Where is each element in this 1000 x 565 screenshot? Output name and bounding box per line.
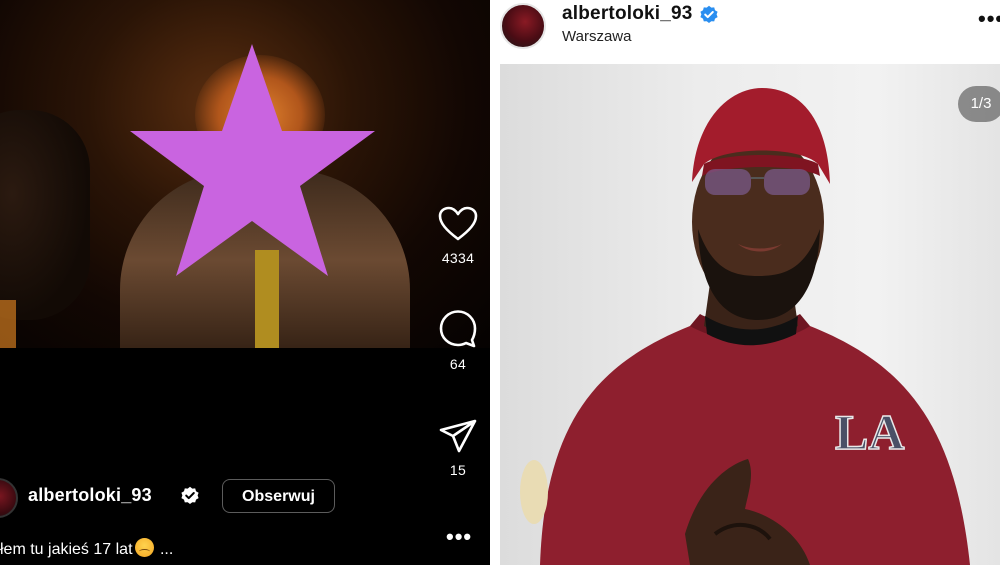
- verified-badge-icon: [181, 486, 199, 504]
- post-header: albertoloki_93 Warszawa •••: [500, 0, 1000, 60]
- person-illustration: LA: [520, 88, 970, 565]
- ambient-light: [0, 300, 16, 348]
- reel-caption[interactable]: łem tu jakieś 17 lat ...: [0, 538, 173, 559]
- reel-author: albertoloki_93 Obserwuj: [0, 478, 430, 518]
- image-counter: 1/3: [958, 86, 1000, 122]
- censor-star-icon: [130, 44, 375, 276]
- share-count: 15: [449, 462, 467, 478]
- caption-text: łem tu jakieś 17 lat: [0, 541, 133, 558]
- like-button[interactable]: 4334: [430, 206, 486, 266]
- smiling-face-emoji-icon: [134, 538, 154, 557]
- author-username[interactable]: albertoloki_93: [28, 485, 152, 506]
- post-location[interactable]: Warszawa: [562, 28, 631, 45]
- share-button[interactable]: 15: [430, 418, 486, 478]
- like-count: 4334: [441, 250, 475, 266]
- post-username[interactable]: albertoloki_93: [562, 3, 693, 25]
- car-seat: [0, 110, 90, 320]
- avatar[interactable]: [500, 3, 546, 49]
- reel-panel: 4334 64 15 albertoloki_93 Obserwuj łem t…: [0, 0, 490, 565]
- post-photo[interactable]: LA 1/3: [500, 64, 1000, 565]
- reel-video[interactable]: [0, 0, 490, 348]
- more-options-icon[interactable]: •••: [446, 524, 472, 550]
- follow-button[interactable]: Obserwuj: [222, 479, 335, 513]
- share-icon: [439, 419, 477, 453]
- caption-more[interactable]: ...: [160, 541, 173, 558]
- comment-icon: [439, 310, 477, 348]
- more-options-icon[interactable]: •••: [978, 6, 1000, 32]
- la-logo: LA: [835, 404, 904, 460]
- post-panel: albertoloki_93 Warszawa •••: [500, 0, 1000, 565]
- heart-icon: [438, 206, 478, 241]
- avatar[interactable]: [0, 478, 18, 518]
- verified-badge-icon: [700, 5, 718, 24]
- comment-count: 64: [449, 356, 467, 372]
- comment-button[interactable]: 64: [430, 308, 486, 372]
